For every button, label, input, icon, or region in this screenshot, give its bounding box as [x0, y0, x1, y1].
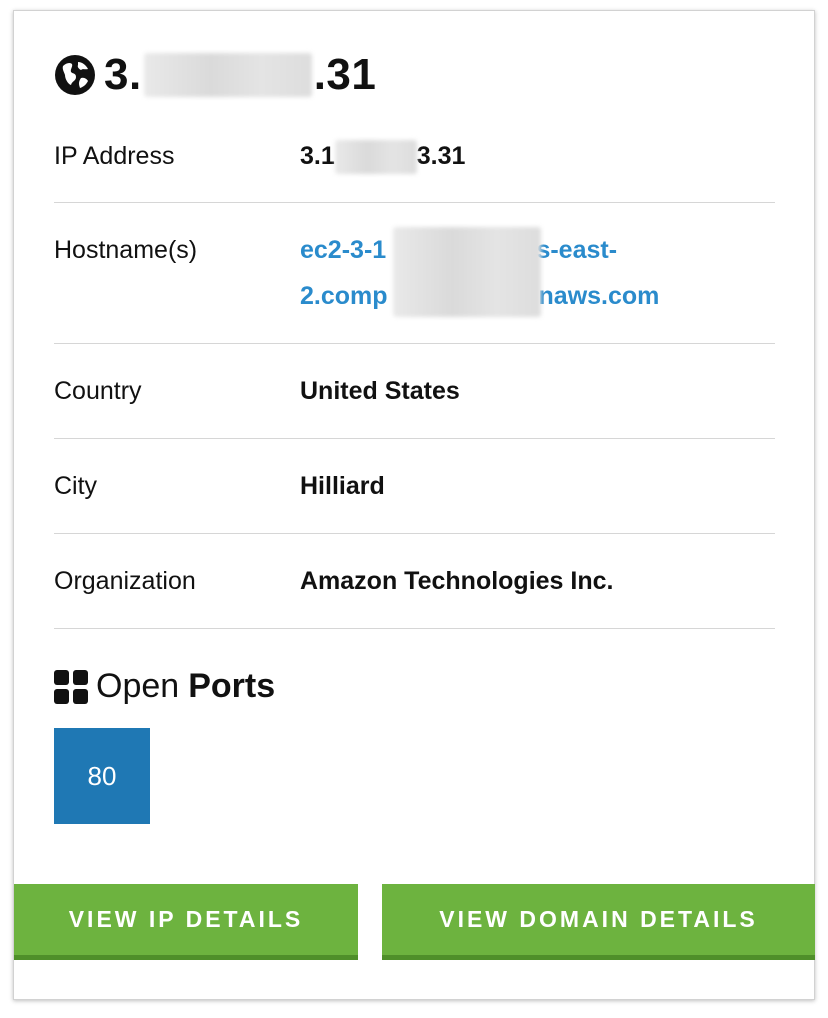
detail-row-ip: IP Address 3.1 3.31	[54, 115, 775, 203]
ip-address-label: IP Address	[54, 142, 175, 170]
page-title: 3. .31	[54, 49, 376, 101]
globe-icon	[55, 55, 95, 95]
hostname-line2-prefix: 2.comp	[300, 282, 388, 310]
organization-label: Organization	[54, 567, 196, 595]
ip-address-prefix: 3.1	[300, 142, 335, 170]
details-table: IP Address 3.1 3.31 Hostname(s) ec2-3-1 us…	[54, 115, 775, 629]
ip-title-prefix: 3.	[104, 50, 142, 99]
hostnames-label: Hostname(s)	[54, 236, 198, 264]
ip-summary-card: 3. .31 IP Address 3.1 3.31 Hostname(s) ec…	[13, 10, 815, 1000]
city-value: Hilliard	[300, 472, 385, 500]
organization-value: Amazon Technologies Inc.	[300, 567, 614, 595]
ip-title-suffix: .31	[313, 50, 377, 99]
view-ip-details-button[interactable]: VIEW IP DETAILS	[14, 884, 358, 960]
country-value: United States	[300, 377, 460, 405]
hostname-line1-prefix: ec2-3-1	[300, 236, 387, 264]
ports-heading-bold: Ports	[188, 667, 276, 705]
ports-heading-light: Open	[96, 667, 180, 705]
country-label: Country	[54, 377, 142, 405]
port-badge[interactable]: 80	[54, 728, 150, 824]
ip-address-suffix: 3.31	[416, 142, 466, 170]
ip-address-value: 3.1 3.31	[300, 133, 775, 182]
hostname-line2-suffix: naws.com	[538, 282, 660, 310]
city-label: City	[54, 472, 98, 500]
grid-icon	[54, 669, 88, 704]
view-domain-details-button[interactable]: VIEW DOMAIN DETAILS	[382, 884, 815, 960]
redacted-block	[143, 53, 312, 97]
detail-row-city: City Hilliard	[54, 439, 775, 534]
detail-row-hostname: Hostname(s) ec2-3-1 us-east- 2.comp naws.c…	[54, 203, 775, 344]
hostname-link[interactable]: ec2-3-1 us-east- 2.comp naws.com	[300, 227, 775, 319]
redacted-block	[334, 140, 417, 175]
redacted-block	[393, 227, 541, 317]
open-ports-heading: Open Ports	[54, 667, 275, 706]
detail-row-country: Country United States	[54, 344, 775, 439]
detail-row-organization: Organization Amazon Technologies Inc.	[54, 534, 775, 629]
